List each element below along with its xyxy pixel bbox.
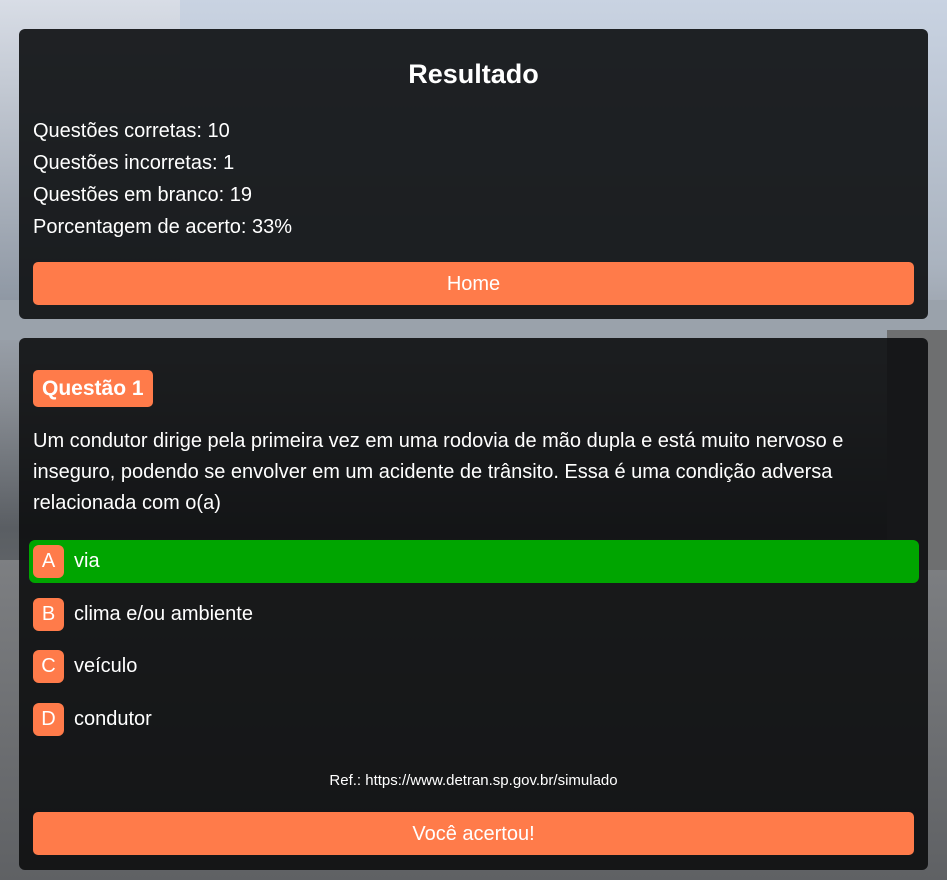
option-label: clima e/ou ambiente xyxy=(74,603,253,625)
option-d[interactable]: D condutor xyxy=(29,698,919,741)
question-badge: Questão 1 xyxy=(33,370,153,407)
question-card: Questão 1 Um condutor dirige pela primei… xyxy=(19,338,928,870)
option-letter: A xyxy=(33,545,64,578)
option-letter: D xyxy=(33,703,64,736)
option-c[interactable]: C veículo xyxy=(29,645,919,688)
option-letter: C xyxy=(33,650,64,683)
option-label: condutor xyxy=(74,708,152,730)
option-b[interactable]: B clima e/ou ambiente xyxy=(29,593,919,636)
option-letter: B xyxy=(33,598,64,631)
reference-link[interactable]: Ref.: https://www.detran.sp.gov.br/simul… xyxy=(19,772,928,789)
question-text: Um condutor dirige pela primeira vez em … xyxy=(33,430,844,514)
stat-correct: Questões corretas: 10 xyxy=(33,120,230,142)
result-card: Resultado Questões corretas: 10 Questões… xyxy=(19,29,928,319)
home-button[interactable]: Home xyxy=(33,262,914,305)
option-label: via xyxy=(74,550,100,572)
feedback-button[interactable]: Você acertou! xyxy=(33,812,914,855)
option-a[interactable]: A via xyxy=(29,540,919,583)
stat-blank: Questões em branco: 19 xyxy=(33,184,253,206)
option-label: veículo xyxy=(74,655,138,677)
stat-percentage: Porcentagem de acerto: 33% xyxy=(33,216,293,238)
result-title: Resultado xyxy=(408,59,539,89)
stat-incorrect: Questões incorretas: 1 xyxy=(33,152,235,174)
